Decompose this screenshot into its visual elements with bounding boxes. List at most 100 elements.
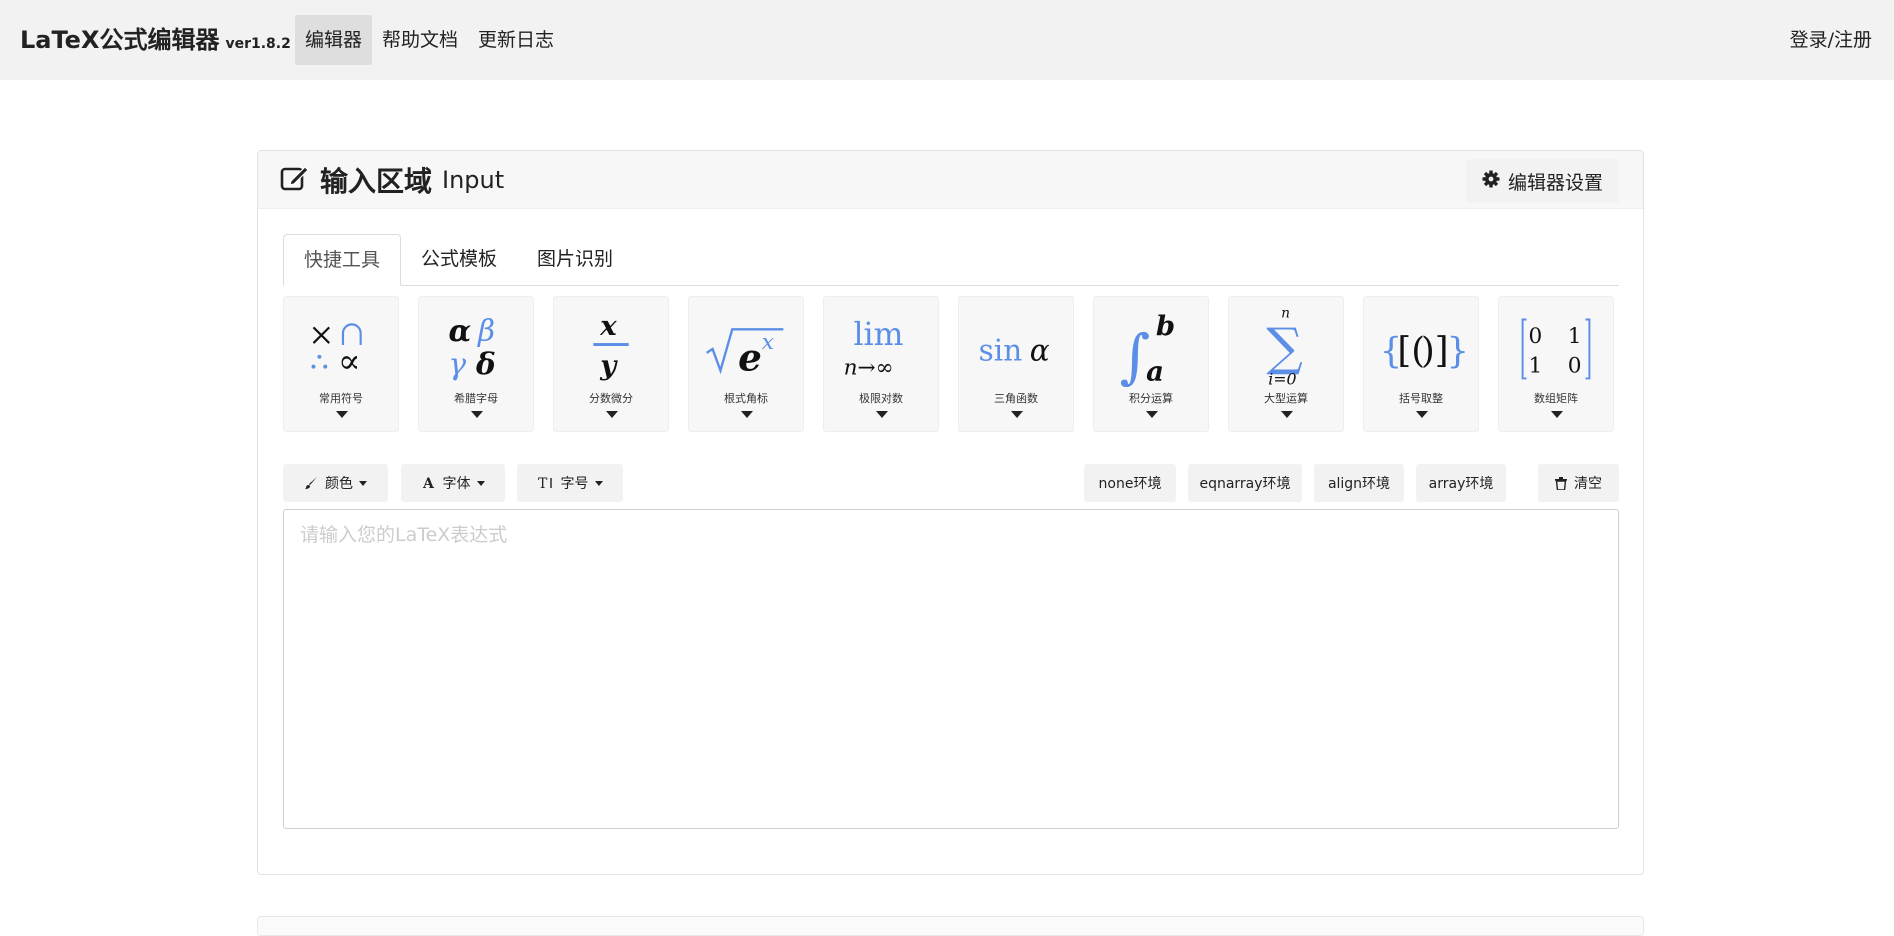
tool-root-superscript[interactable]: e x 根式角标 <box>688 296 804 432</box>
svg-text:n→∞: n→∞ <box>844 356 894 381</box>
font-label: 字体 <box>442 476 471 492</box>
panel-title-text: 输入区域 <box>320 165 433 198</box>
svg-text:)]: )] <box>1421 331 1449 372</box>
tool-label: 数组矩阵 <box>1534 392 1578 405</box>
tool-label: 三角函数 <box>994 392 1038 405</box>
svg-text:lim: lim <box>853 317 903 353</box>
tool-common-symbols[interactable]: ∝ 常用符号 <box>283 296 399 432</box>
svg-text:a: a <box>1146 355 1164 387</box>
tool-integral[interactable]: ∫ b a 积分运算 <box>1093 296 1209 432</box>
svg-text:sin: sin <box>979 334 1023 368</box>
font-dropdown[interactable]: A 字体 <box>401 464 505 502</box>
panel-subtitle: Input <box>442 166 505 194</box>
tool-label: 括号取整 <box>1399 392 1443 405</box>
nav-links: 编辑器 帮助文档 更新日志 <box>295 15 564 65</box>
svg-text:1: 1 <box>1568 324 1582 349</box>
editor-settings-label: 编辑器设置 <box>1507 171 1603 194</box>
brand[interactable]: LaTeX公式编辑器 ver1.8.2 <box>20 20 291 56</box>
svg-text:0: 0 <box>1568 354 1582 379</box>
env-eqnarray-button[interactable]: eqnarray环境 <box>1188 464 1302 502</box>
top-navbar: LaTeX公式编辑器 ver1.8.2 编辑器 帮助文档 更新日志 登录/注册 <box>0 0 1894 80</box>
chevron-down-icon <box>1146 411 1158 418</box>
env-none-button[interactable]: none环境 <box>1084 464 1176 502</box>
trash-icon <box>1555 476 1567 490</box>
tool-fraction[interactable]: x y 分数微分 <box>553 296 669 432</box>
brand-version: ver1.8.2 <box>225 36 291 52</box>
color-dropdown[interactable]: 颜色 <box>283 464 388 502</box>
font-size-label: 字号 <box>560 476 589 492</box>
common-symbols-icon: ∝ <box>311 323 362 381</box>
svg-text:γ: γ <box>448 348 466 382</box>
limit-icon: lim n→∞ <box>844 317 904 381</box>
fraction-icon: x y <box>593 310 629 382</box>
caret-down-icon <box>476 480 485 486</box>
chevron-down-icon <box>606 411 618 418</box>
svg-text:A: A <box>422 476 435 490</box>
nav-link-changelog[interactable]: 更新日志 <box>468 15 564 65</box>
tool-brackets[interactable]: { [( )] } 括号取整 <box>1363 296 1479 432</box>
edit-icon <box>280 164 320 196</box>
tab-image-recognition[interactable]: 图片识别 <box>517 234 633 286</box>
tool-label: 大型运算 <box>1264 392 1308 405</box>
svg-text:i=0: i=0 <box>1268 369 1296 387</box>
input-panel: 输入区域 Input 编辑器设置 快捷工具 公式模板 图片识别 ∝ 常用符号 α… <box>257 150 1644 875</box>
chevron-down-icon <box>336 411 348 418</box>
env-array-button[interactable]: array环境 <box>1416 464 1506 502</box>
chevron-down-icon <box>741 411 753 418</box>
login-register-link[interactable]: 登录/注册 <box>1790 15 1872 65</box>
svg-text:β: β <box>477 314 495 348</box>
svg-text:e: e <box>738 336 762 380</box>
caret-down-icon <box>359 480 367 486</box>
clear-button[interactable]: 清空 <box>1538 464 1619 502</box>
svg-text:1: 1 <box>1528 354 1542 379</box>
caret-down-icon <box>594 480 603 486</box>
sum-icon: n ∑ i=0 <box>1266 306 1302 388</box>
tab-quick-tools[interactable]: 快捷工具 <box>283 234 402 286</box>
chevron-down-icon <box>1551 411 1563 418</box>
tool-matrix[interactable]: 0 1 1 0 数组矩阵 <box>1498 296 1614 432</box>
text-height-icon: T <box>538 476 554 490</box>
output-panel-edge <box>257 916 1644 936</box>
greek-letters-icon: α β γ δ <box>448 313 496 382</box>
clear-label: 清空 <box>1574 476 1602 492</box>
svg-text:α: α <box>1030 334 1050 368</box>
svg-text:T: T <box>538 476 548 490</box>
panel-header: 输入区域 Input 编辑器设置 <box>258 151 1643 209</box>
font-size-dropdown[interactable]: T 字号 <box>517 464 623 502</box>
gear-icon <box>1482 170 1508 193</box>
svg-text:∝: ∝ <box>338 342 361 381</box>
integral-icon: ∫ b a <box>1120 310 1176 387</box>
font-icon: A <box>422 476 436 490</box>
tool-limit-log[interactable]: lim n→∞ 极限对数 <box>823 296 939 432</box>
nav-link-help[interactable]: 帮助文档 <box>372 15 468 65</box>
tool-greek-letters[interactable]: α β γ δ 希腊字母 <box>418 296 534 432</box>
tool-big-operators[interactable]: n ∑ i=0 大型运算 <box>1228 296 1344 432</box>
tool-label: 根式角标 <box>724 392 768 405</box>
svg-text:y: y <box>599 350 618 382</box>
env-align-button[interactable]: align环境 <box>1314 464 1404 502</box>
svg-text:b: b <box>1156 310 1175 342</box>
color-label: 颜色 <box>325 476 353 492</box>
matrix-icon: 0 1 1 0 <box>1521 318 1591 380</box>
chevron-down-icon <box>1281 411 1293 418</box>
panel-title: 输入区域 Input <box>280 160 504 200</box>
latex-input-field[interactable] <box>283 509 1619 829</box>
svg-text:δ: δ <box>475 347 496 382</box>
editor-settings-button[interactable]: 编辑器设置 <box>1465 159 1619 203</box>
tool-label: 极限对数 <box>859 392 903 405</box>
tool-trig[interactable]: sin α 三角函数 <box>958 296 1074 432</box>
svg-text:}: } <box>1447 331 1470 372</box>
trig-icon: sin α <box>979 334 1050 368</box>
brand-title: LaTeX公式编辑器 <box>20 26 220 54</box>
tool-label: 积分运算 <box>1129 392 1173 405</box>
chevron-down-icon <box>1011 411 1023 418</box>
chevron-down-icon <box>471 411 483 418</box>
svg-text:x: x <box>599 310 617 342</box>
nav-link-editor[interactable]: 编辑器 <box>295 15 373 65</box>
tab-formula-templates[interactable]: 公式模板 <box>401 234 517 286</box>
root-superscript-icon: e x <box>706 328 784 380</box>
tool-label: 常用符号 <box>319 392 363 405</box>
svg-text:x: x <box>762 330 774 355</box>
brackets-icon: { [( )] } <box>1380 331 1470 372</box>
tool-label: 分数微分 <box>589 392 633 405</box>
